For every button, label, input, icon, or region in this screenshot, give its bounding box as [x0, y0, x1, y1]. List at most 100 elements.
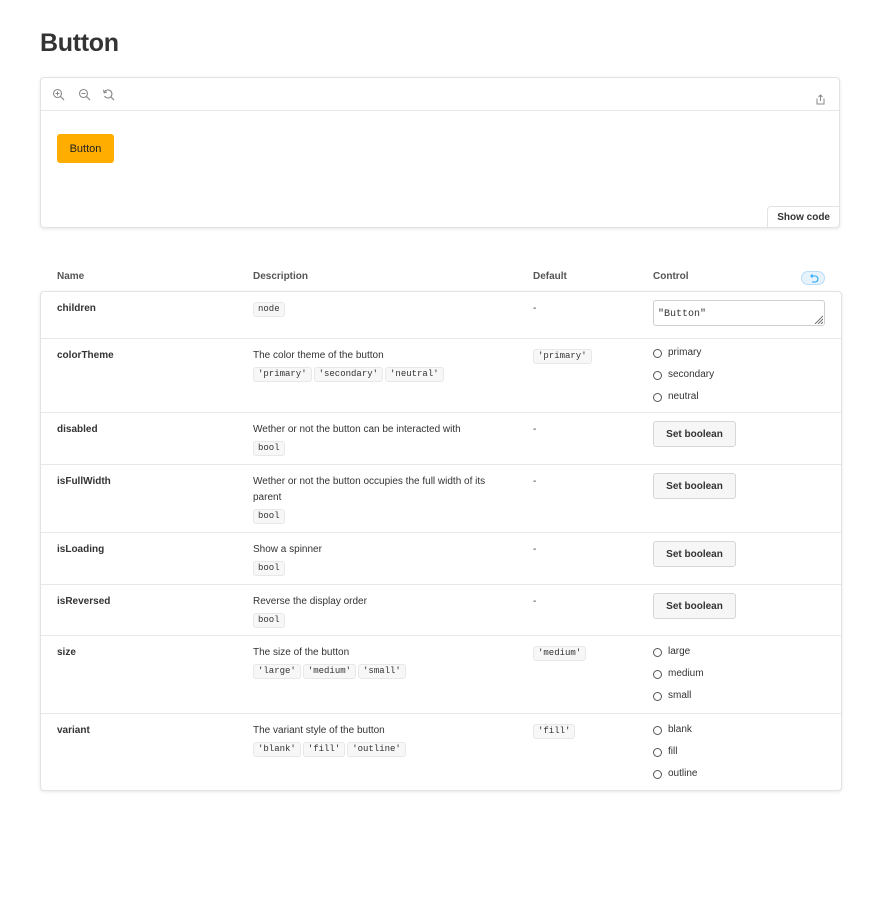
- header-default: Default: [533, 271, 567, 282]
- radio-icon[interactable]: [653, 691, 662, 701]
- radio-icon[interactable]: [653, 747, 662, 757]
- children-value: "Button": [658, 309, 707, 320]
- radio-option-outline[interactable]: outline: [653, 763, 697, 785]
- radio-label: small: [668, 690, 692, 701]
- type-badge: 'neutral': [385, 367, 444, 382]
- radio-label: outline: [668, 768, 698, 779]
- radio-option-neutral[interactable]: neutral: [653, 386, 714, 408]
- description-text: Wether or not the button occupies the fu…: [253, 476, 486, 503]
- prop-default: -: [533, 303, 537, 314]
- header-control: Control: [653, 271, 689, 282]
- radio-icon[interactable]: [653, 370, 662, 380]
- preview-toolbar: [41, 78, 839, 111]
- prop-name: size: [57, 647, 76, 658]
- args-table: children node - "Button" colorTheme The …: [40, 291, 842, 791]
- prop-default: -: [533, 476, 537, 487]
- show-code-button[interactable]: Show code: [767, 206, 840, 228]
- zoom-in-icon[interactable]: [52, 88, 65, 101]
- header-name: Name: [57, 271, 85, 282]
- disabled-set-boolean-button[interactable]: Set boolean: [653, 421, 736, 447]
- radio-icon[interactable]: [653, 669, 662, 679]
- radio-icon[interactable]: [653, 392, 662, 402]
- radio-option-secondary[interactable]: secondary: [653, 364, 714, 386]
- prop-default: -: [533, 596, 537, 607]
- args-table-header: Name Description Default Control: [40, 265, 842, 291]
- table-row: size The size of the button 'large''medi…: [41, 635, 841, 713]
- prop-description: Wether or not the button occupies the fu…: [253, 474, 513, 524]
- type-badge: 'large': [253, 664, 301, 679]
- default-badge: 'fill': [533, 724, 576, 739]
- children-text-input[interactable]: "Button": [653, 300, 825, 326]
- table-row: isLoading Show a spinner bool - Set bool…: [41, 532, 841, 584]
- prop-default: 'primary': [533, 348, 594, 364]
- resize-grip-icon[interactable]: [813, 314, 823, 324]
- radio-icon[interactable]: [653, 769, 662, 779]
- radio-icon[interactable]: [653, 348, 662, 358]
- prop-control: blank fill outline: [653, 719, 697, 785]
- radio-option-primary[interactable]: primary: [653, 342, 714, 364]
- isreversed-set-boolean-button[interactable]: Set boolean: [653, 593, 736, 619]
- type-badge: 'secondary': [313, 367, 384, 382]
- type-badge: 'small': [358, 664, 406, 679]
- prop-description: The variant style of the button 'blank' '…: [253, 723, 513, 757]
- radio-label: medium: [668, 668, 704, 679]
- prop-description: Wether or not the button can be interact…: [253, 422, 513, 456]
- prop-description: Reverse the display order bool: [253, 594, 513, 628]
- table-row: children node - "Button": [41, 292, 841, 338]
- radio-label: large: [668, 646, 691, 657]
- type-badge: bool: [253, 561, 285, 576]
- zoom-reset-icon[interactable]: [102, 88, 115, 101]
- share-icon[interactable]: [815, 94, 828, 107]
- prop-description: The size of the button 'large''medium''s…: [253, 645, 513, 679]
- default-badge: 'medium': [533, 646, 587, 661]
- radio-option-large[interactable]: large: [653, 641, 704, 663]
- radio-icon[interactable]: [653, 725, 662, 735]
- page-title: Button: [40, 29, 119, 57]
- type-badge: 'medium': [302, 664, 357, 679]
- prop-name: isReversed: [57, 596, 111, 607]
- prop-default: 'fill': [533, 723, 577, 739]
- prop-control: large medium small: [653, 641, 704, 707]
- prop-name: disabled: [57, 424, 98, 435]
- description-text: Show a spinner: [253, 544, 322, 555]
- isfullwidth-set-boolean-button[interactable]: Set boolean: [653, 473, 736, 499]
- prop-control: "Button": [653, 300, 825, 326]
- radio-icon[interactable]: [653, 647, 662, 657]
- table-row: isFullWidth Wether or not the button occ…: [41, 464, 841, 532]
- prop-control: Set boolean: [653, 541, 736, 567]
- type-badge: bool: [253, 441, 285, 456]
- prop-description: The color theme of the button 'primary' '…: [253, 348, 513, 382]
- preview-canvas: Button Show code: [40, 77, 840, 228]
- radio-option-small[interactable]: small: [653, 685, 704, 707]
- radio-label: neutral: [668, 391, 699, 402]
- description-text: The variant style of the button: [253, 725, 385, 736]
- radio-label: primary: [668, 347, 702, 358]
- undo-icon: [810, 274, 819, 283]
- prop-default: -: [533, 544, 537, 555]
- radio-option-fill[interactable]: fill: [653, 741, 697, 763]
- type-badge: 'outline': [347, 742, 406, 757]
- type-badge: 'blank': [253, 742, 301, 757]
- type-badge: 'fill': [302, 742, 346, 757]
- prop-name: variant: [57, 725, 90, 736]
- radio-option-blank[interactable]: blank: [653, 719, 697, 741]
- prop-control: primary secondary neutral: [653, 342, 714, 408]
- zoom-out-icon[interactable]: [78, 88, 91, 101]
- prop-name: children: [57, 303, 96, 314]
- prop-default: 'medium': [533, 645, 588, 661]
- type-badge: bool: [253, 509, 285, 524]
- table-row: colorTheme The color theme of the button…: [41, 338, 841, 412]
- radio-option-medium[interactable]: medium: [653, 663, 704, 685]
- table-row: isReversed Reverse the display order boo…: [41, 584, 841, 635]
- isloading-set-boolean-button[interactable]: Set boolean: [653, 541, 736, 567]
- header-description: Description: [253, 271, 309, 282]
- demo-button[interactable]: Button: [57, 134, 114, 163]
- radio-label: fill: [668, 746, 678, 757]
- prop-control: Set boolean: [653, 473, 736, 499]
- prop-description: node: [253, 301, 513, 317]
- prop-name: isLoading: [57, 544, 105, 555]
- prop-description: Show a spinner bool: [253, 542, 513, 576]
- prop-default: -: [533, 424, 537, 435]
- reset-args-button[interactable]: [801, 271, 825, 285]
- table-row: disabled Wether or not the button can be…: [41, 412, 841, 464]
